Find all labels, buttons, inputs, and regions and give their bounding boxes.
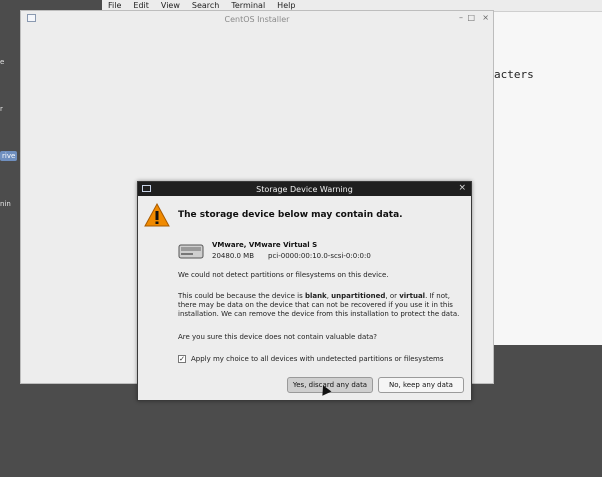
warning-icon [144, 202, 170, 228]
window-icon [142, 185, 151, 192]
hard-disk-icon [178, 242, 204, 260]
message-question: Are you sure this device does not contai… [178, 333, 377, 341]
dialog-headline: The storage device below may contain dat… [178, 210, 403, 220]
dialog-title: Storage Device Warning [256, 184, 353, 194]
desktop-left-strip: e r rive nin [0, 0, 20, 477]
apply-to-all-checkbox[interactable]: ✓ [178, 355, 186, 363]
desktop-item-selected[interactable]: rive [0, 151, 18, 161]
message-no-partitions: We could not detect partitions or filesy… [178, 271, 389, 279]
message-explanation: This could be because the device is blan… [178, 292, 460, 318]
apply-to-all-label[interactable]: Apply my choice to all devices with unde… [191, 355, 444, 363]
desktop-item[interactable]: r [0, 105, 3, 113]
keep-data-button[interactable]: No, keep any data [378, 377, 464, 393]
apply-to-all-row: ✓ Apply my choice to all devices with un… [178, 355, 444, 363]
desktop-item[interactable]: e [0, 58, 4, 66]
device-name: VMware, VMware Virtual S [212, 241, 318, 249]
storage-warning-dialog: Storage Device Warning × The storage dev… [137, 181, 472, 401]
terminal-output-text: acters [494, 68, 534, 81]
dialog-titlebar[interactable]: Storage Device Warning × [138, 182, 471, 196]
close-icon[interactable]: × [458, 183, 466, 193]
installer-title: CentOS Installer [224, 14, 290, 24]
desktop-item[interactable]: nin [0, 200, 11, 208]
close-icon[interactable]: × [482, 13, 489, 22]
minimize-icon[interactable]: – [459, 13, 463, 22]
device-path: pci-0000:00:10.0-scsi-0:0:0:0 [268, 252, 371, 260]
window-icon [27, 14, 36, 22]
installer-titlebar[interactable]: CentOS Installer – □ × [21, 11, 493, 27]
device-size: 20480.0 MB [212, 252, 255, 260]
maximize-icon[interactable]: □ [467, 13, 475, 22]
